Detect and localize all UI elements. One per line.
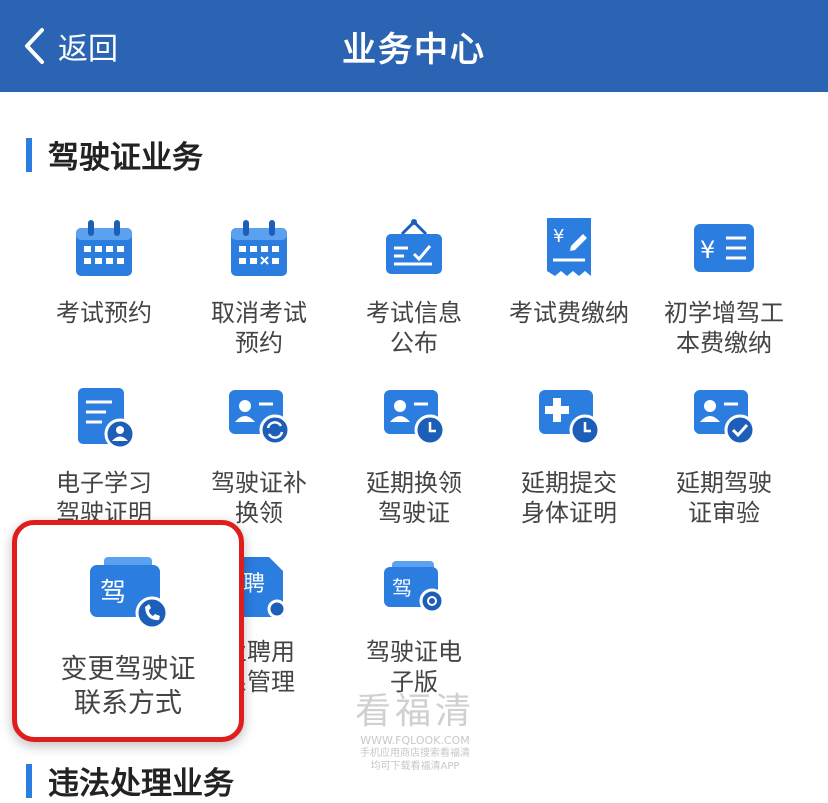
license-delay-icon: [382, 386, 446, 450]
item-change-contact[interactable]: 驾 变更驾驶证 联系方式: [12, 520, 244, 742]
watermark-brand: 看福清: [354, 691, 475, 732]
item-label: 变更驾驶证 联系方式: [60, 654, 196, 719]
item-label: 取消考试 预约: [211, 299, 307, 357]
svg-text:¥: ¥: [553, 226, 564, 247]
item-label: 电子学习 驾驶证明: [56, 469, 152, 527]
item-delay-verify[interactable]: 延期驾驶 证审验: [649, 386, 799, 528]
fee-receipt-icon: ¥: [537, 216, 601, 280]
item-cancel-booking[interactable]: 取消考试 预约: [184, 216, 334, 358]
item-label: 延期驾驶 证审验: [676, 469, 772, 527]
watermark-url: WWW.FQLOOK.COM: [360, 734, 470, 747]
item-exam-info[interactable]: 考试信息 公布: [339, 216, 489, 358]
watermark-line2: 均可下载看福清APP: [370, 761, 460, 772]
item-label: 考试预约: [56, 299, 152, 327]
svg-text:驾: 驾: [392, 576, 412, 600]
svg-text:¥: ¥: [700, 236, 715, 264]
page-title: 业务中心: [342, 30, 486, 70]
e-license-icon: 驾: [382, 555, 446, 619]
section-accent-bar: [26, 137, 32, 172]
section-title: 违法处理业务: [48, 766, 234, 802]
watermark: 看福清 WWW.FQLOOK.COM 手机应用商店搜索看福清 均可下载看福清AP…: [340, 682, 490, 773]
calendar-icon: [72, 216, 136, 280]
e-learning-doc-icon: [72, 386, 136, 450]
notice-board-icon: [382, 216, 446, 280]
medical-delay-icon: [537, 386, 601, 450]
item-label: 延期换领 驾驶证: [366, 469, 462, 527]
item-label: 驾驶证补 换领: [211, 469, 307, 527]
item-delay-medical[interactable]: 延期提交 身体证明: [494, 386, 644, 528]
item-label: 延期提交 身体证明: [521, 469, 617, 527]
item-label: 初学增驾工 本费缴纳: [664, 299, 784, 357]
svg-text:驾: 驾: [100, 578, 126, 608]
item-label: 考试信息 公布: [366, 299, 462, 357]
watermark-line1: 手机应用商店搜索看福清: [360, 748, 470, 759]
calendar-cancel-icon: [227, 216, 291, 280]
item-delay-renew[interactable]: 延期换领 驾驶证: [339, 386, 489, 528]
svg-text:聘: 聘: [243, 572, 265, 597]
item-learner-fee[interactable]: ¥ 初学增驾工 本费缴纳: [649, 216, 799, 358]
section-license: 驾驶证业务: [26, 132, 203, 177]
license-verify-icon: [692, 386, 756, 450]
item-e-learning[interactable]: 电子学习 驾驶证明: [29, 386, 179, 528]
item-label: 考试费缴纳: [509, 299, 629, 327]
item-exam-fee[interactable]: ¥ 考试费缴纳: [494, 216, 644, 328]
section-title: 驾驶证业务: [48, 140, 203, 176]
license-renew-icon: [227, 386, 291, 450]
section-violation: 违法处理业务: [26, 758, 234, 803]
item-e-license[interactable]: 驾 驾驶证电 子版: [339, 555, 489, 697]
yen-card-icon: ¥: [692, 216, 756, 280]
license-phone-icon: 驾: [86, 547, 170, 631]
top-bar: 返回 业务中心: [0, 0, 828, 92]
item-exam-booking[interactable]: 考试预约: [29, 216, 179, 328]
section-accent-bar: [26, 763, 32, 798]
item-license-renew[interactable]: 驾驶证补 换领: [184, 386, 334, 528]
